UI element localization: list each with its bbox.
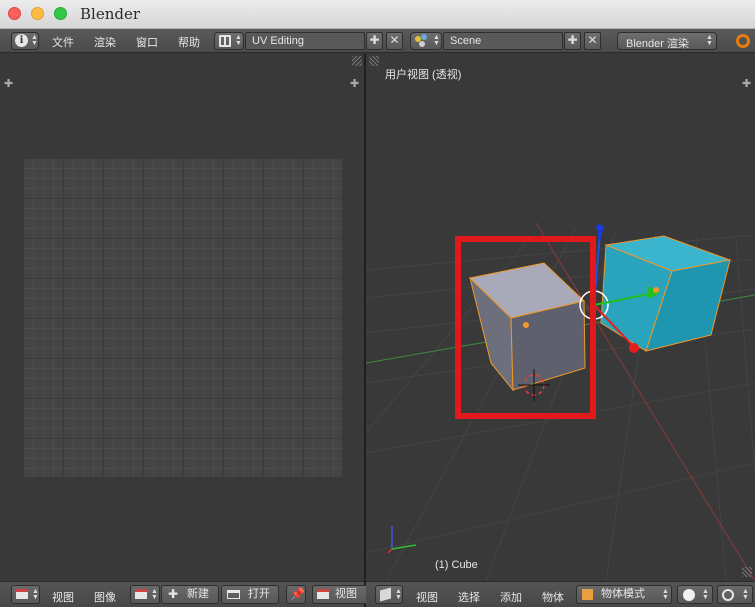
editor-type-button[interactable]: ▲ ▼	[11, 585, 40, 604]
x-icon: ✕	[389, 33, 400, 47]
updown-icon: ▲ ▼	[742, 588, 749, 601]
updown-icon: ▲ ▼	[32, 588, 39, 601]
menu-view[interactable]: 视图	[52, 589, 74, 605]
render-engine-dropdown[interactable]: Blender 渲染 ▲ ▼	[617, 32, 717, 50]
menu-window[interactable]: 窗口	[136, 34, 158, 50]
scene-field[interactable]: Scene	[443, 32, 563, 50]
plus-icon: ✚	[369, 33, 380, 47]
region-expand-icon[interactable]: ✚	[4, 77, 13, 90]
view-mode-dropdown[interactable]: 视图	[312, 585, 372, 604]
add-screen-button[interactable]: ✚	[366, 32, 383, 50]
menu-file[interactable]: 文件	[52, 34, 74, 50]
updown-icon: ▲ ▼	[433, 34, 440, 47]
image-icon	[135, 589, 147, 599]
area-split-corner-icon[interactable]	[742, 567, 752, 577]
solid-shading-icon	[683, 589, 695, 601]
menu-render[interactable]: 渲染	[94, 34, 116, 50]
area-split-corner-icon[interactable]	[352, 56, 362, 66]
open-image-button[interactable]: 打开	[221, 585, 279, 604]
menu-image[interactable]: 图像	[94, 589, 116, 605]
region-expand-icon[interactable]: ✚	[742, 77, 751, 90]
new-image-button[interactable]: ✚ 新建	[161, 585, 219, 604]
interaction-mode-dropdown[interactable]: 物体模式 ▲ ▼	[576, 585, 672, 604]
image-icon	[317, 589, 329, 599]
folder-icon	[227, 590, 240, 599]
viewport-view-label: 用户视图 (透视)	[385, 69, 462, 81]
uv-editor-header: ▲ ▼ 视图 图像 ▲ ▼ ✚ 新建 打开 📌 视图	[0, 581, 372, 607]
pivot-dropdown[interactable]: ▲ ▼	[717, 585, 753, 604]
maximize-window-button[interactable]	[54, 7, 67, 20]
3d-viewport[interactable]: ✚ 用户视图 (透视) (1) Cube	[366, 53, 755, 581]
cube-selected[interactable]	[468, 262, 586, 392]
viewport-header: ▲ ▼ 视图 选择 添加 物体 物体模式 ▲ ▼ ▲ ▼ ▲ ▼	[366, 581, 755, 607]
delete-screen-button[interactable]: ✕	[386, 32, 403, 50]
plus-icon: ✚	[168, 587, 179, 601]
minimize-window-button[interactable]	[31, 7, 44, 20]
object-mode-icon	[582, 589, 593, 600]
interaction-mode-label: 物体模式	[601, 588, 645, 600]
view-mode-label: 视图	[335, 588, 357, 600]
updown-icon: ▲ ▼	[235, 34, 242, 47]
updown-icon: ▲ ▼	[395, 588, 402, 601]
menu-view[interactable]: 视图	[416, 589, 438, 605]
render-engine-label: Blender 渲染	[626, 38, 689, 50]
new-image-label: 新建	[187, 588, 209, 600]
pin-button[interactable]: 📌	[286, 585, 306, 604]
shading-dropdown[interactable]: ▲ ▼	[677, 585, 713, 604]
image-browse-button[interactable]: ▲ ▼	[130, 585, 160, 604]
close-window-button[interactable]	[8, 7, 21, 20]
info-icon: i	[15, 34, 28, 47]
updown-icon: ▲ ▼	[31, 34, 38, 47]
menu-select[interactable]: 选择	[458, 589, 480, 605]
active-object-label: (1) Cube	[435, 559, 478, 571]
image-editor-icon	[16, 589, 28, 599]
editor-type-button[interactable]: ▲ ▼	[375, 585, 403, 604]
menu-help[interactable]: 帮助	[178, 34, 200, 50]
viewport-scene	[366, 222, 755, 581]
updown-icon: ▲ ▼	[151, 588, 158, 601]
pin-icon: 📌	[290, 587, 305, 601]
plus-icon: ✚	[567, 33, 578, 47]
screen-layout-browse-button[interactable]: ▲ ▼	[214, 32, 244, 50]
delete-scene-button[interactable]: ✕	[584, 32, 601, 50]
window-titlebar: Blender	[0, 0, 755, 29]
screen-layout-field[interactable]: UV Editing	[245, 32, 365, 50]
region-expand-icon[interactable]: ✚	[350, 77, 359, 90]
uv-image-editor[interactable]: ✚ ✚	[0, 53, 364, 581]
info-header: i ▲ ▼ 文件 渲染 窗口 帮助 ▲ ▼ UV Editing ✚ ✕ ▲ ▼ Sc…	[0, 29, 755, 53]
menu-add[interactable]: 添加	[500, 589, 522, 605]
area-split-corner-icon[interactable]	[369, 56, 379, 66]
updown-icon: ▲ ▼	[702, 588, 709, 601]
blender-logo-icon	[736, 34, 750, 48]
menu-object[interactable]: 物体	[542, 589, 564, 605]
scene-browse-button[interactable]: ▲ ▼	[410, 32, 442, 50]
editor-type-info-button[interactable]: i ▲ ▼	[11, 32, 39, 50]
x-icon: ✕	[587, 33, 598, 47]
pivot-icon	[722, 589, 734, 601]
updown-icon: ▲ ▼	[706, 34, 713, 47]
axis-indicator-icon	[387, 526, 417, 554]
open-image-label: 打开	[248, 588, 270, 600]
add-scene-button[interactable]: ✚	[564, 32, 581, 50]
updown-icon: ▲ ▼	[662, 588, 669, 601]
uv-grid[interactable]	[23, 158, 342, 477]
window-title: Blender	[80, 5, 141, 23]
cube-icon	[380, 587, 391, 602]
